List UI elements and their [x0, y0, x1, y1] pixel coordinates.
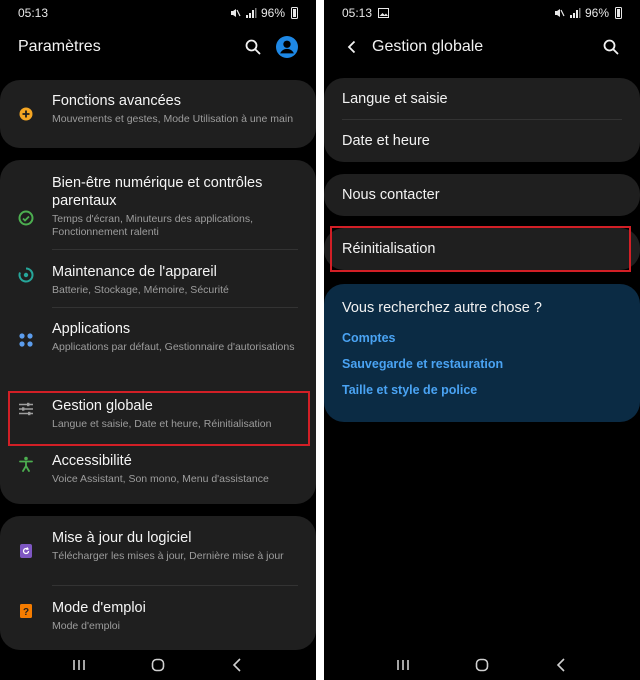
- highlight-box: [330, 226, 631, 272]
- card-updates: Mise à jour du logiciel Télécharger les …: [0, 516, 316, 650]
- back-icon: [556, 658, 565, 672]
- card-wellbeing: Bien-être numérique et contrôles parenta…: [0, 160, 316, 504]
- item-subtitle: Temps d'écran, Minuteurs des application…: [52, 213, 254, 238]
- search-button[interactable]: [600, 36, 622, 58]
- item-subtitle: Applications par défaut, Gestionnaire d'…: [52, 341, 295, 353]
- back-button[interactable]: [342, 36, 360, 58]
- item-title: Applications: [52, 321, 131, 337]
- item-language-input[interactable]: Langue et saisie: [324, 78, 640, 120]
- battery-percent: 96%: [260, 6, 285, 20]
- item-date-time[interactable]: Date et heure: [324, 120, 640, 162]
- page-title: Gestion globale: [372, 38, 484, 55]
- item-title: Date et heure: [342, 133, 430, 149]
- item-contact-us[interactable]: Nous contacter: [324, 174, 640, 216]
- avatar-icon: [276, 36, 298, 58]
- link-font-size-style[interactable]: Taille et style de police: [342, 383, 622, 397]
- battery-icon: [291, 7, 298, 19]
- item-advanced-features[interactable]: Fonctions avancées Mouvements et gestes,…: [0, 80, 316, 148]
- link-accounts[interactable]: Comptes: [342, 331, 622, 345]
- highlight-box: [8, 391, 310, 446]
- mute-icon: [230, 9, 241, 17]
- recent-apps-icon: [73, 660, 86, 670]
- item-user-manual[interactable]: ? Mode d'emploi Mode d'emploi: [0, 586, 316, 644]
- battery-icon: [615, 7, 622, 19]
- wellbeing-icon: [18, 210, 34, 226]
- profile-button[interactable]: [276, 36, 298, 58]
- card-contact: Nous contacter: [324, 174, 640, 216]
- item-title: Mise à jour du logiciel: [52, 530, 192, 546]
- status-bar: 05:13 96%: [0, 0, 316, 26]
- item-title: Maintenance de l'appareil: [52, 264, 217, 280]
- item-title: Bien-être numérique et contrôles parenta…: [52, 175, 263, 209]
- card-language-date: Langue et saisie Date et heure: [324, 78, 640, 162]
- navigation-bar: [0, 650, 316, 680]
- status-time: 05:13: [342, 6, 373, 20]
- search-button[interactable]: [242, 36, 264, 58]
- item-title: Fonctions avancées: [52, 93, 181, 109]
- apps-icon: [18, 332, 34, 348]
- search-icon: [245, 39, 261, 55]
- item-accessibility[interactable]: Accessibilité Voice Assistant, Son mono,…: [0, 442, 316, 502]
- item-subtitle: Mode d'emploi: [52, 620, 120, 632]
- accessibility-icon: [18, 456, 34, 472]
- gear-plus-icon: [18, 106, 34, 122]
- item-applications[interactable]: Applications Applications par défaut, Ge…: [0, 308, 316, 384]
- card-advanced: Fonctions avancées Mouvements et gestes,…: [0, 80, 316, 148]
- item-subtitle: Voice Assistant, Son mono, Menu d'assist…: [52, 473, 269, 485]
- recent-apps-button[interactable]: [393, 655, 413, 675]
- recent-apps-button[interactable]: [69, 655, 89, 675]
- user-manual-icon: ?: [18, 603, 34, 619]
- home-icon: [475, 658, 489, 672]
- item-title: Mode d'emploi: [52, 600, 146, 616]
- item-title: Langue et saisie: [342, 91, 448, 107]
- link-backup-restore[interactable]: Sauvegarde et restauration: [342, 357, 622, 371]
- item-title: Nous contacter: [342, 187, 440, 203]
- software-update-icon: [18, 543, 34, 559]
- general-management-screen: 05:13 96% Gestion globale Langue et sais…: [324, 0, 640, 680]
- item-device-care[interactable]: Maintenance de l'appareil Batterie, Stoc…: [0, 250, 316, 308]
- navigation-bar: [324, 650, 640, 680]
- signal-icon: [245, 8, 257, 18]
- battery-percent: 96%: [584, 6, 609, 20]
- page-title: Paramètres: [18, 38, 101, 55]
- back-icon: [232, 658, 241, 672]
- suggestions-card: Vous recherchez autre chose ? Comptes Sa…: [324, 284, 640, 422]
- search-icon: [603, 39, 619, 55]
- chevron-left-icon: [347, 40, 355, 54]
- mute-icon: [554, 9, 565, 17]
- item-software-update[interactable]: Mise à jour du logiciel Télécharger les …: [0, 516, 316, 586]
- back-nav-button[interactable]: [551, 655, 571, 675]
- home-button[interactable]: [472, 655, 492, 675]
- item-subtitle: Mouvements et gestes, Mode Utilisation à…: [52, 113, 294, 125]
- image-notification-icon: [378, 8, 390, 18]
- home-icon: [151, 658, 165, 672]
- svg-text:?: ?: [23, 607, 29, 618]
- recent-apps-icon: [397, 660, 410, 670]
- app-bar: Gestion globale: [324, 28, 640, 66]
- item-digital-wellbeing[interactable]: Bien-être numérique et contrôles parenta…: [0, 160, 316, 250]
- home-button[interactable]: [148, 655, 168, 675]
- app-bar: Paramètres: [0, 28, 316, 66]
- item-subtitle: Batterie, Stockage, Mémoire, Sécurité: [52, 284, 229, 296]
- suggestions-title: Vous recherchez autre chose ?: [342, 300, 542, 316]
- status-time: 05:13: [18, 6, 49, 20]
- item-subtitle: Télécharger les mises à jour, Dernière m…: [52, 550, 284, 562]
- settings-screen: 05:13 96% Paramètres Fonctions avancées …: [0, 0, 316, 680]
- device-care-icon: [18, 267, 34, 283]
- signal-icon: [569, 8, 581, 18]
- back-nav-button[interactable]: [227, 655, 247, 675]
- item-title: Accessibilité: [52, 453, 132, 469]
- status-bar: 05:13 96%: [324, 0, 640, 26]
